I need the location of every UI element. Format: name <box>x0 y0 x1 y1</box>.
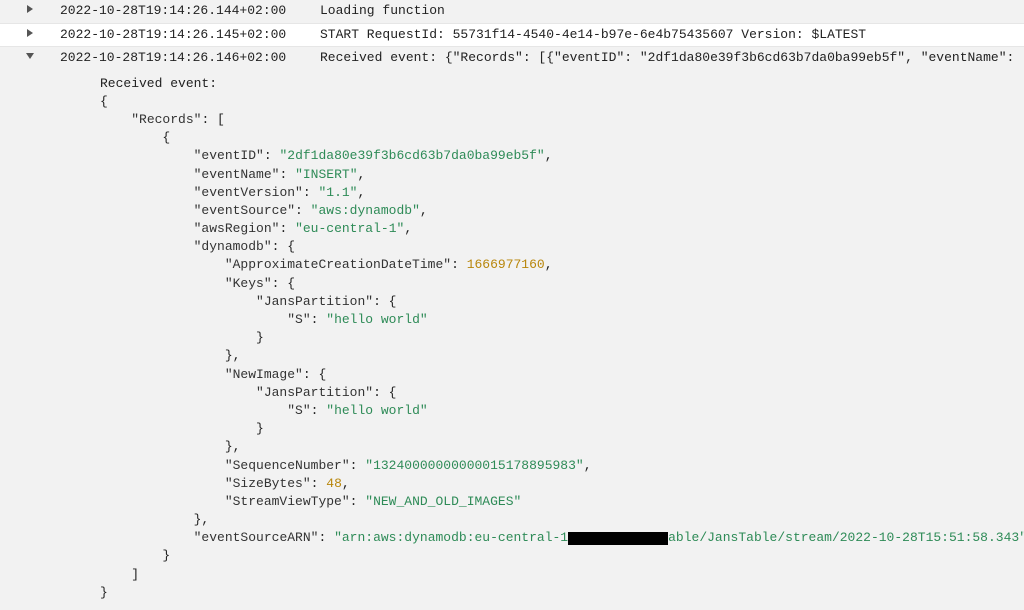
log-message: Loading function <box>320 2 1024 20</box>
log-timestamp: 2022-10-28T19:14:26.146+02:00 <box>60 49 320 67</box>
expand-toggle[interactable] <box>0 26 60 44</box>
json-StreamViewType: NEW_AND_OLD_IMAGES <box>373 494 513 509</box>
json-NewImage-JansPartition-S: hello world <box>334 403 420 418</box>
chevron-right-icon <box>25 28 35 38</box>
json-SequenceNumber: 13240000000000015178895983 <box>373 458 576 473</box>
chevron-right-icon <box>25 4 35 14</box>
json-awsRegion: eu-central-1 <box>303 221 397 236</box>
log-message: START RequestId: 55731f14-4540-4e14-b97e… <box>320 26 1024 44</box>
chevron-down-icon <box>25 51 35 61</box>
expanded-log-body: Received event: { "Records": [ { "eventI… <box>0 71 1024 610</box>
json-Keys-JansPartition-S: hello world <box>334 312 420 327</box>
json-eventSource: aws:dynamodb <box>318 203 412 218</box>
log-timestamp: 2022-10-28T19:14:26.144+02:00 <box>60 2 320 20</box>
log-row[interactable]: 2022-10-28T19:14:26.145+02:00 START Requ… <box>0 23 1024 47</box>
log-row[interactable]: 2022-10-28T19:14:26.144+02:00 Loading fu… <box>0 0 1024 23</box>
expand-toggle[interactable] <box>0 2 60 20</box>
json-eventName: INSERT <box>303 167 350 182</box>
json-ApproximateCreationDateTime: 1666977160 <box>467 257 545 272</box>
expanded-header: Received event: <box>100 76 217 91</box>
json-eventVersion: 1.1 <box>326 185 349 200</box>
log-message: Received event: {"Records": [{"eventID":… <box>320 49 1024 67</box>
expand-toggle[interactable] <box>0 49 60 67</box>
redacted-block <box>568 532 668 545</box>
json-eventID: 2df1da80e39f3b6cd63b7da0ba99eb5f <box>287 148 537 163</box>
json-eventSourceARN-prefix: arn:aws:dynamodb:eu-central-1 <box>342 530 568 545</box>
log-row[interactable]: 2022-10-28T19:14:26.146+02:00 Received e… <box>0 47 1024 70</box>
json-SizeBytes: 48 <box>326 476 342 491</box>
json-eventSourceARN-suffix: able/JansTable/stream/2022-10-28T15:51:5… <box>668 530 1019 545</box>
log-timestamp: 2022-10-28T19:14:26.145+02:00 <box>60 26 320 44</box>
